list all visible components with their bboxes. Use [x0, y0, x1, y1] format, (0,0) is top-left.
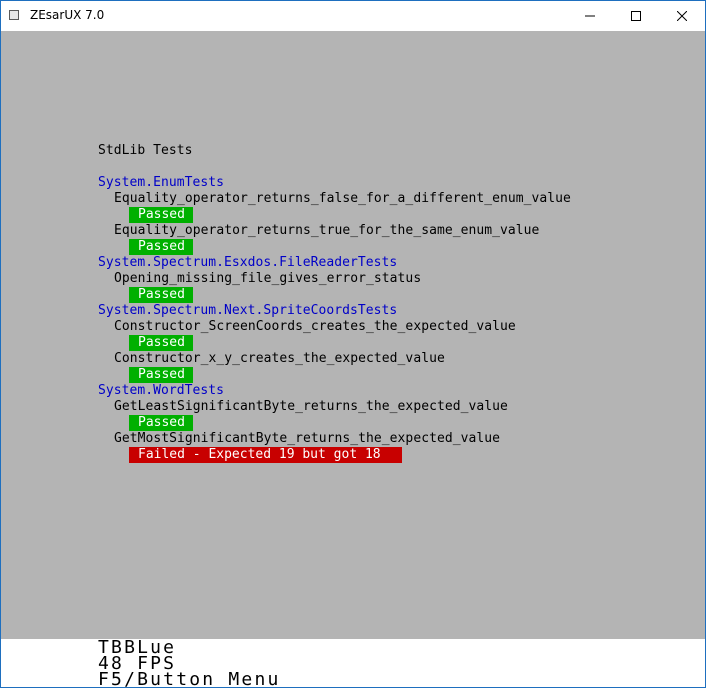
- status-badge: Passed: [129, 207, 193, 223]
- menu-hint: F5/Button Menu: [98, 669, 281, 690]
- minimize-icon: [585, 15, 595, 17]
- window-title: ZEsarUX 7.0: [30, 8, 105, 22]
- test-name: GetMostSignificantByte_returns_the_expec…: [114, 431, 500, 446]
- test-name: Constructor_x_y_creates_the_expected_val…: [114, 351, 445, 366]
- suite-name: System.EnumTests: [98, 175, 225, 190]
- close-button[interactable]: [659, 1, 705, 31]
- test-name: GetLeastSignificantByte_returns_the_expe…: [114, 399, 508, 414]
- emulator-window: ZEsarUX 7.0 StdLib Tests System.EnumTest…: [0, 0, 706, 690]
- app-icon: [9, 10, 19, 20]
- test-name: Equality_operator_returns_false_for_a_di…: [114, 191, 571, 206]
- test-name: Constructor_ScreenCoords_creates_the_exp…: [114, 319, 516, 334]
- test-name: Equality_operator_returns_true_for_the_s…: [114, 223, 540, 238]
- suite-name: System.Spectrum.Esxdos.FileReaderTests: [98, 255, 398, 270]
- emulator-screen[interactable]: StdLib Tests System.EnumTests Equality_o…: [1, 31, 705, 639]
- page-title: StdLib Tests: [98, 143, 193, 158]
- status-badge-failed: Failed - Expected 19 but got 18: [129, 447, 402, 463]
- minimize-button[interactable]: [567, 1, 613, 31]
- status-badge: Passed: [129, 239, 193, 255]
- close-icon: [677, 11, 687, 21]
- status-badge: Passed: [129, 415, 193, 431]
- maximize-button[interactable]: [613, 1, 659, 31]
- status-badge: Passed: [129, 335, 193, 351]
- suite-name: System.WordTests: [98, 383, 225, 398]
- maximize-icon: [631, 11, 641, 21]
- test-name: Opening_missing_file_gives_error_status: [114, 271, 422, 286]
- status-footer: TBBLue 48 FPS F5/Button Menu: [1, 639, 705, 690]
- suite-name: System.Spectrum.Next.SpriteCoordsTests: [98, 303, 398, 318]
- status-badge: Passed: [129, 367, 193, 383]
- status-badge: Passed: [129, 287, 193, 303]
- title-bar[interactable]: ZEsarUX 7.0: [1, 1, 705, 31]
